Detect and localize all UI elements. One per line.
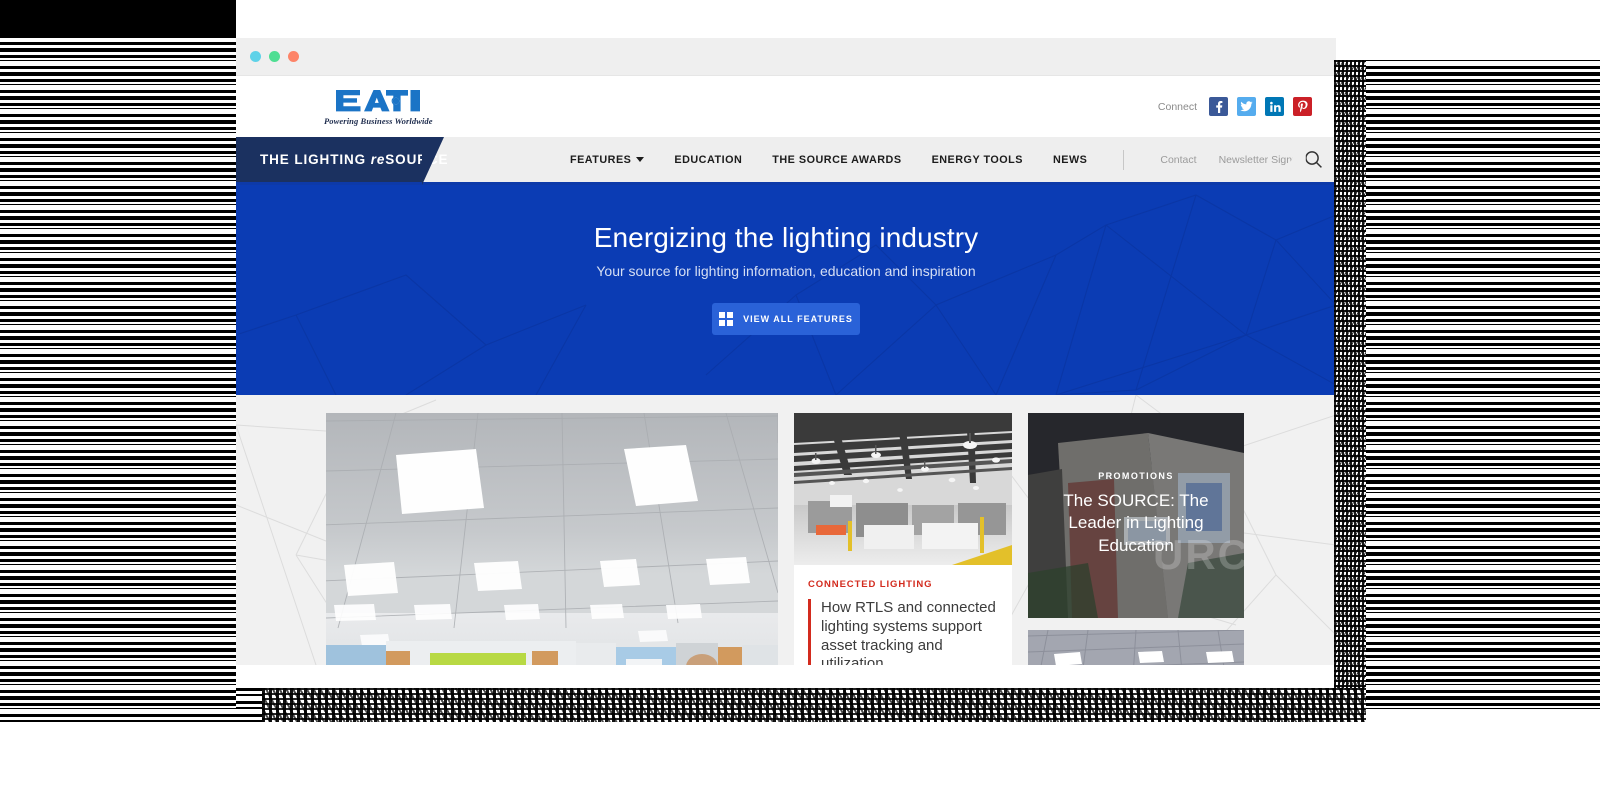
window-maximize-button[interactable] bbox=[288, 51, 299, 62]
card-kicker: CONNECTED LIGHTING bbox=[808, 579, 933, 590]
eaton-wordmark-icon bbox=[334, 88, 422, 114]
nav-primary-links: FEATURES EDUCATION THE SOURCE AWARDS ENE… bbox=[570, 137, 1304, 182]
glitch-black-band-top-left bbox=[0, 0, 236, 38]
promotion-text: PROMOTIONS The SOURCE: The Leader in Lig… bbox=[1028, 471, 1244, 557]
card-title-wrap: How RTLS and connected lighting systems … bbox=[808, 599, 998, 665]
cards-row: CONNECTED LIGHTING How RTLS and connecte… bbox=[236, 395, 1336, 665]
search-button[interactable] bbox=[1304, 137, 1336, 182]
hero-section: Energizing the lighting industry Your so… bbox=[236, 185, 1336, 395]
glitch-stripes-right bbox=[1364, 0, 1600, 800]
pinterest-icon[interactable] bbox=[1293, 97, 1312, 116]
glitch-noise-bottom-left bbox=[236, 688, 264, 722]
twitter-icon[interactable] bbox=[1237, 97, 1256, 116]
nav-secondary-links: Contact Newsletter Signup bbox=[1160, 154, 1303, 166]
nav-item-news[interactable]: NEWS bbox=[1053, 154, 1087, 166]
page-bottom-fill bbox=[0, 722, 1600, 800]
site-brand-label: THE LIGHTING reSOURCE bbox=[260, 152, 448, 167]
connect-label: Connect bbox=[1157, 100, 1197, 113]
industrial-lighting-image bbox=[794, 413, 1012, 565]
promotion-title[interactable]: The SOURCE: The Leader in Lighting Educa… bbox=[1038, 490, 1234, 557]
brand-prefix: THE LIGHTING bbox=[260, 152, 371, 167]
facebook-icon[interactable] bbox=[1209, 97, 1228, 116]
site-brand-tab[interactable]: THE LIGHTING reSOURCE bbox=[236, 137, 448, 185]
feature-card-connected-lighting[interactable]: CONNECTED LIGHTING How RTLS and connecte… bbox=[794, 413, 1012, 665]
promotions-column: URC PROMOTIONS The SOURCE: The Leader in… bbox=[1028, 413, 1244, 665]
main-navigation: THE LIGHTING reSOURCE FEATURES EDUCATION… bbox=[236, 137, 1336, 185]
browser-titlebar bbox=[236, 38, 1336, 76]
view-all-features-label: VIEW ALL FEATURES bbox=[743, 314, 853, 324]
promotion-card[interactable]: URC PROMOTIONS The SOURCE: The Leader in… bbox=[1028, 413, 1244, 618]
browser-window: Powering Business Worldwide Connect THE … bbox=[236, 38, 1336, 688]
hero-subtitle: Your source for lighting information, ed… bbox=[596, 263, 976, 279]
linkedin-icon[interactable] bbox=[1265, 97, 1284, 116]
chevron-down-icon bbox=[636, 157, 645, 162]
card-accent-bar bbox=[808, 599, 811, 665]
content-section: CONNECTED LIGHTING How RTLS and connecte… bbox=[236, 395, 1336, 665]
brand-re: re bbox=[370, 152, 386, 167]
window-close-button[interactable] bbox=[250, 51, 261, 62]
nav-item-energy-tools[interactable]: ENERGY TOOLS bbox=[932, 154, 1023, 166]
hero-title: Energizing the lighting industry bbox=[593, 222, 979, 253]
nav-item-features-label: FEATURES bbox=[570, 153, 632, 166]
glitch-noise-band-bottom bbox=[262, 688, 1366, 722]
eaton-logo[interactable]: Powering Business Worldwide bbox=[324, 88, 433, 126]
glitch-noise-band-right bbox=[1334, 60, 1366, 712]
nav-item-the-source-awards[interactable]: THE SOURCE AWARDS bbox=[772, 154, 901, 166]
screenshot-root: Powering Business Worldwide Connect THE … bbox=[0, 0, 1600, 800]
card-title[interactable]: How RTLS and connected lighting systems … bbox=[821, 599, 998, 665]
card-body: CONNECTED LIGHTING How RTLS and connecte… bbox=[794, 565, 1012, 665]
social-links: Connect bbox=[1158, 97, 1312, 116]
glitch-mask-top-right bbox=[1364, 0, 1600, 60]
hero-content: Energizing the lighting industry Your so… bbox=[236, 185, 1336, 335]
eaton-tagline: Powering Business Worldwide bbox=[324, 115, 433, 126]
promotion-kicker: PROMOTIONS bbox=[1098, 471, 1174, 481]
site-utility-bar: Powering Business Worldwide Connect bbox=[236, 76, 1336, 137]
glitch-stripes-left bbox=[0, 0, 236, 800]
promotion-card-secondary[interactable] bbox=[1028, 630, 1244, 665]
brand-suffix: SOURCE bbox=[385, 152, 449, 167]
view-all-features-button[interactable]: VIEW ALL FEATURES bbox=[712, 303, 860, 335]
nav-item-features[interactable]: FEATURES bbox=[570, 153, 645, 166]
window-minimize-button[interactable] bbox=[269, 51, 280, 62]
office-lighting-image bbox=[326, 413, 778, 665]
nav-item-education[interactable]: EDUCATION bbox=[674, 154, 742, 166]
grid-icon bbox=[719, 312, 734, 326]
search-icon bbox=[1304, 151, 1322, 168]
nav-item-contact[interactable]: Contact bbox=[1160, 154, 1196, 166]
feature-card-main[interactable] bbox=[326, 413, 778, 665]
nav-divider bbox=[1123, 149, 1125, 170]
